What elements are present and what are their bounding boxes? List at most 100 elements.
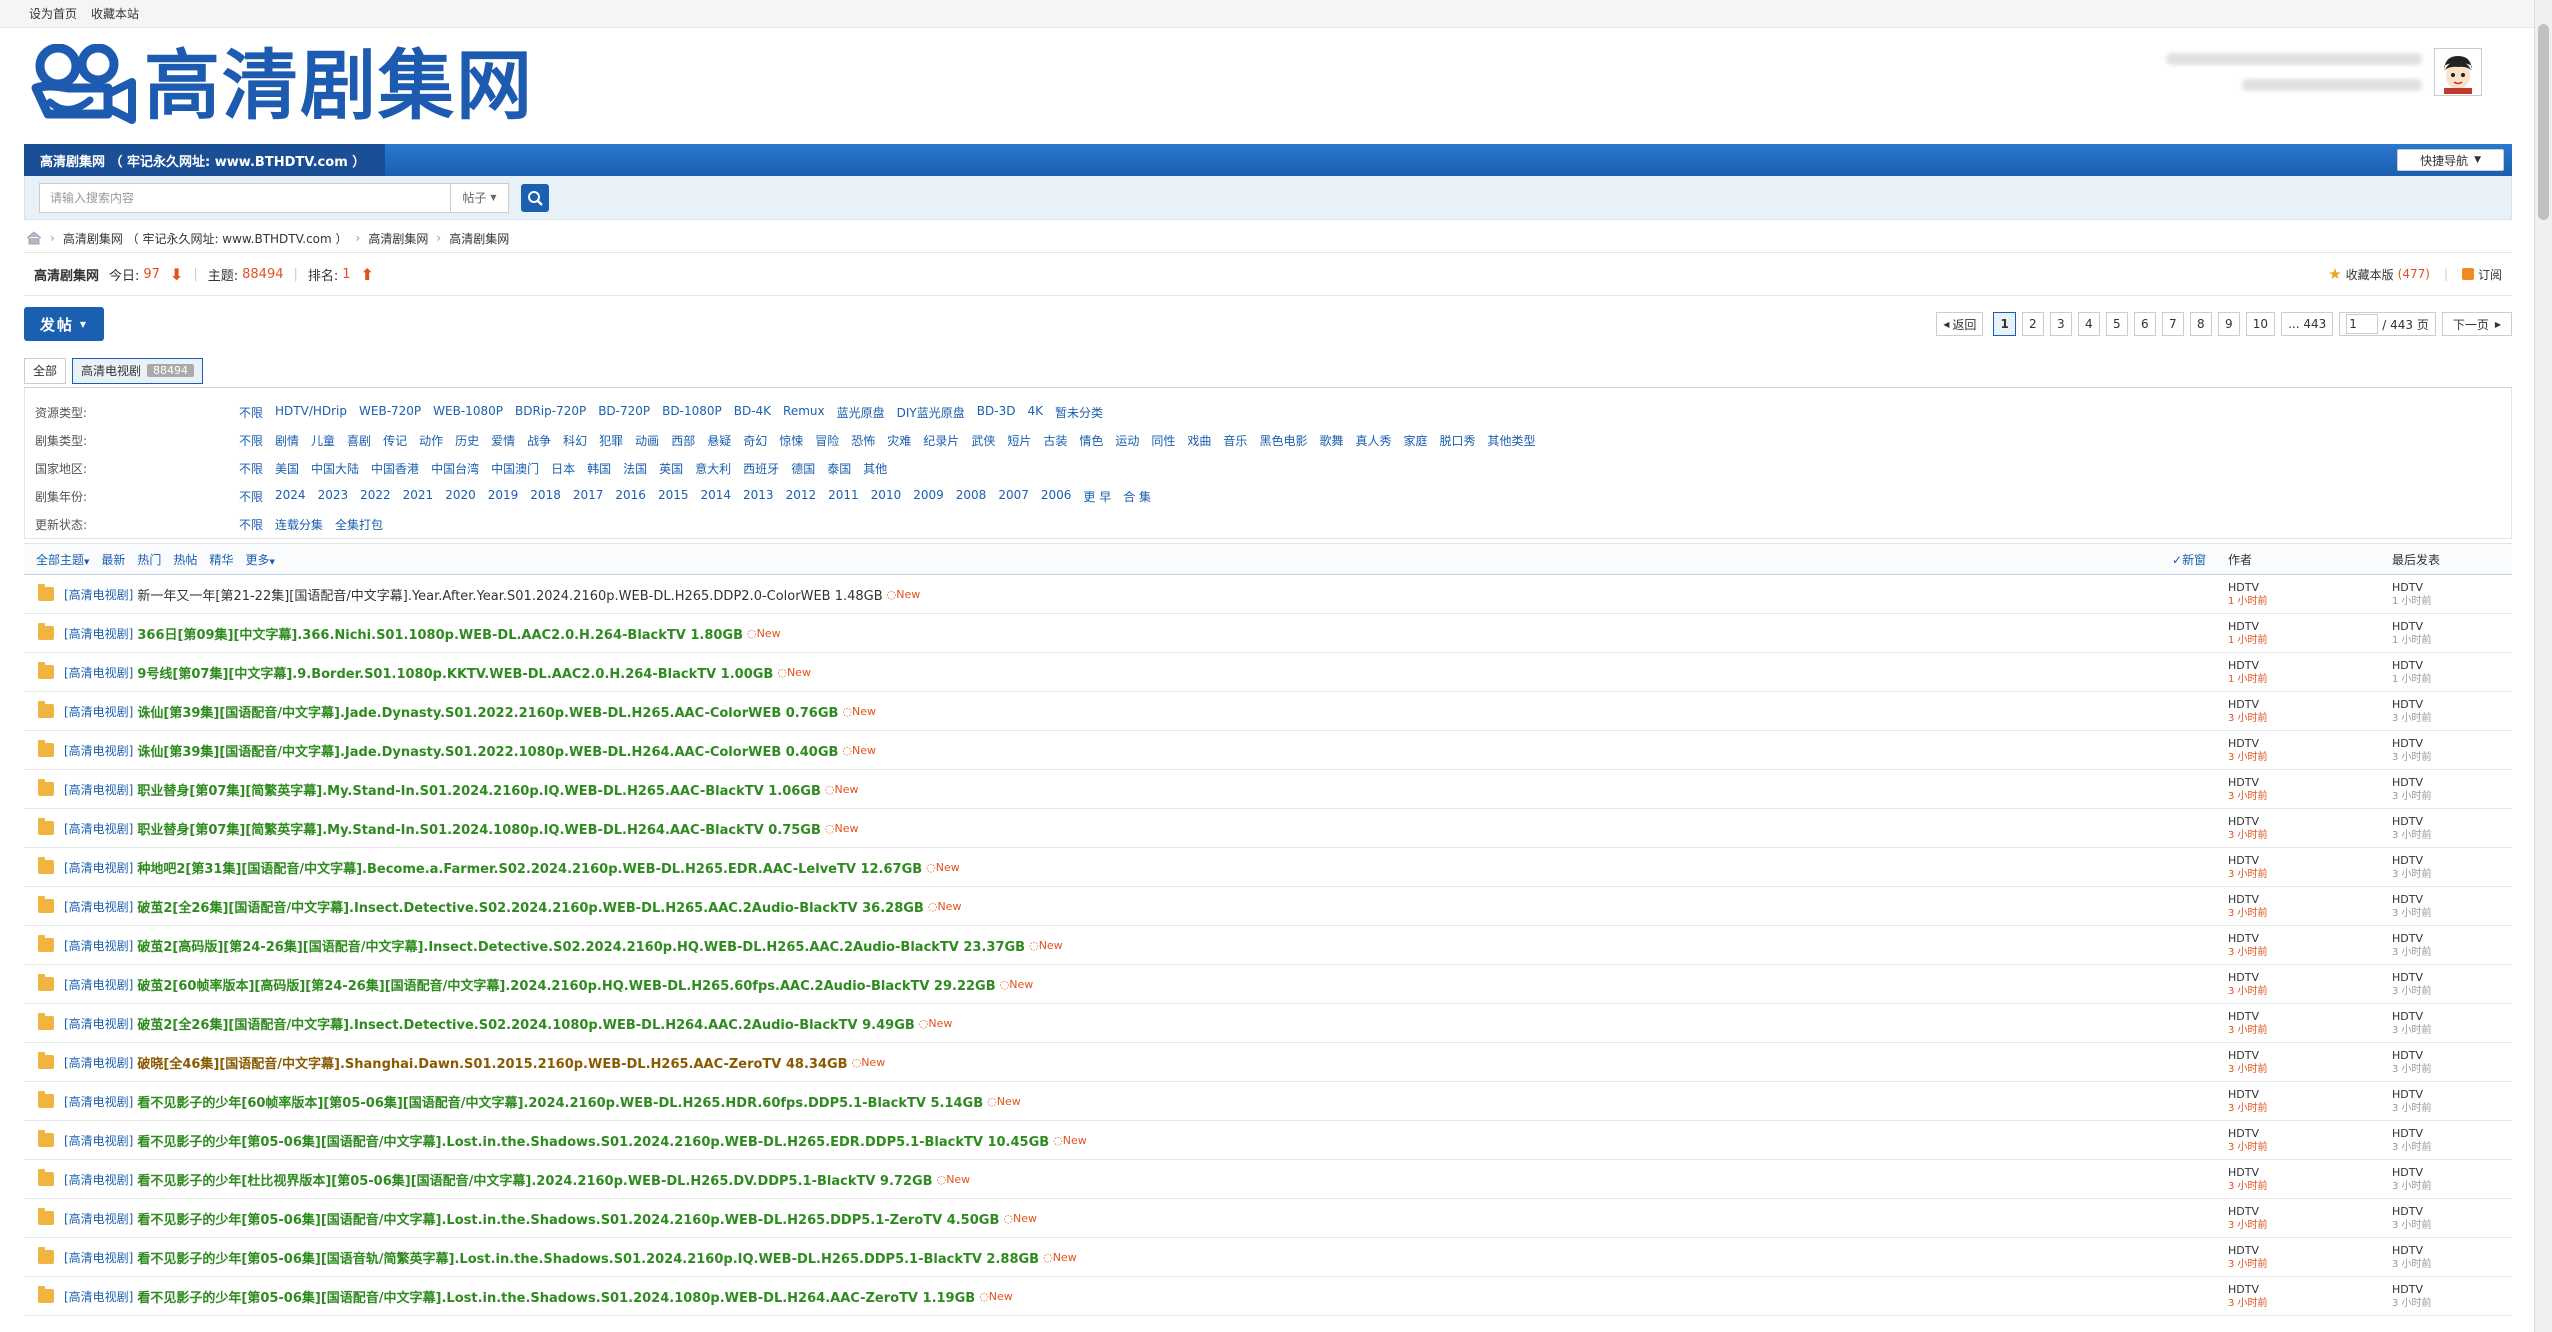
lastpost-user-link[interactable]: HDTV xyxy=(2392,1205,2423,1218)
thread-category-link[interactable]: [高清电视剧] xyxy=(64,1171,133,1188)
thread-title-link[interactable]: 破晓[全46集][国语配音/中文字幕].Shanghai.Dawn.S01.20… xyxy=(137,1053,847,1072)
author-link[interactable]: HDTV xyxy=(2228,893,2259,906)
filter-option[interactable]: 2023 xyxy=(318,488,349,505)
filter-option[interactable]: 不限 xyxy=(239,432,263,449)
page-9[interactable]: 9 xyxy=(2217,312,2240,336)
filter-option[interactable]: 脱口秀 xyxy=(1440,432,1476,449)
lastpost-user-link[interactable]: HDTV xyxy=(2392,1088,2423,1101)
thread-title-link[interactable]: 看不见影子的少年[第05-06集][国语配音/中文字幕].Lost.in.the… xyxy=(137,1209,999,1228)
thread-category-link[interactable]: [高清电视剧] xyxy=(64,976,133,993)
thread-category-link[interactable]: [高清电视剧] xyxy=(64,742,133,759)
thread-category-link[interactable]: [高清电视剧] xyxy=(64,1210,133,1227)
filter-option[interactable]: 2021 xyxy=(403,488,434,505)
filter-option[interactable]: 纪录片 xyxy=(923,432,959,449)
author-link[interactable]: HDTV xyxy=(2228,698,2259,711)
thread-title-link[interactable]: 破茧2[60帧率版本][高码版][第24-26集][国语配音/中文字幕].202… xyxy=(137,975,995,994)
search-button[interactable] xyxy=(521,183,549,212)
lastpost-user-link[interactable]: HDTV xyxy=(2392,932,2423,945)
filter-option[interactable]: 家庭 xyxy=(1403,432,1427,449)
lastpost-user-link[interactable]: HDTV xyxy=(2392,659,2423,672)
thread-title-link[interactable]: 破茧2[高码版][第24-26集][国语配音/中文字幕].Insect.Dete… xyxy=(137,936,1025,955)
thread-category-link[interactable]: [高清电视剧] xyxy=(64,1054,133,1071)
thread-title-link[interactable]: 诛仙[第39集][国语配音/中文字幕].Jade.Dynasty.S01.202… xyxy=(137,741,838,760)
thread-category-link[interactable]: [高清电视剧] xyxy=(64,937,133,954)
lastpost-user-link[interactable]: HDTV xyxy=(2392,1283,2423,1296)
filter-option[interactable]: 2018 xyxy=(530,488,561,505)
filter-option[interactable]: 西班牙 xyxy=(743,460,779,477)
filter-option[interactable]: 奇幻 xyxy=(743,432,767,449)
filter-option[interactable]: 2010 xyxy=(871,488,902,505)
avatar[interactable] xyxy=(2434,48,2482,96)
filter-option[interactable]: 2006 xyxy=(1041,488,1072,505)
filter-option[interactable]: BDRip-720P xyxy=(515,404,586,421)
thread-title-link[interactable]: 366日[第09集][中文字幕].366.Nichi.S01.1080p.WEB… xyxy=(137,624,743,643)
author-link[interactable]: HDTV xyxy=(2228,581,2259,594)
thread-category-link[interactable]: [高清电视剧] xyxy=(64,898,133,915)
filter-option[interactable]: 喜剧 xyxy=(347,432,371,449)
filter-option[interactable]: BD-3D xyxy=(977,404,1016,421)
breadcrumb-link-home[interactable]: 高清剧集网 （ 牢记永久网址: www.BTHDTV.com ） xyxy=(63,230,348,247)
filter-option[interactable]: 歌舞 xyxy=(1319,432,1343,449)
author-link[interactable]: HDTV xyxy=(2228,1010,2259,1023)
lastpost-user-link[interactable]: HDTV xyxy=(2392,1049,2423,1062)
author-link[interactable]: HDTV xyxy=(2228,1088,2259,1101)
filter-option[interactable]: 更 早 xyxy=(1083,488,1111,505)
filter-option[interactable]: 真人秀 xyxy=(1355,432,1391,449)
thread-category-link[interactable]: [高清电视剧] xyxy=(64,859,133,876)
author-link[interactable]: HDTV xyxy=(2228,971,2259,984)
filter-option[interactable]: 武侠 xyxy=(971,432,995,449)
lastpost-user-link[interactable]: HDTV xyxy=(2392,815,2423,828)
filter-option[interactable]: 2009 xyxy=(913,488,944,505)
filter-option[interactable]: 不限 xyxy=(239,404,263,421)
page-scrollbar[interactable] xyxy=(2534,0,2552,1332)
thread-title-link[interactable]: 职业替身[第07集][简繁英字幕].My.Stand-In.S01.2024.1… xyxy=(137,819,821,838)
filter-option[interactable]: 不限 xyxy=(239,516,263,533)
filter-option[interactable]: 韩国 xyxy=(587,460,611,477)
filter-option[interactable]: 4K xyxy=(1027,404,1043,421)
filter-option[interactable]: 暂未分类 xyxy=(1055,404,1103,421)
filter-option[interactable]: 2015 xyxy=(658,488,689,505)
thread-title-link[interactable]: 职业替身[第07集][简繁英字幕].My.Stand-In.S01.2024.2… xyxy=(137,780,821,799)
thread-category-link[interactable]: [高清电视剧] xyxy=(64,1093,133,1110)
tab-hdtv[interactable]: 高清电视剧 88494 xyxy=(72,357,204,384)
search-type-select[interactable]: 帖子 ▼ xyxy=(451,182,509,213)
filter-option[interactable]: 中国澳门 xyxy=(491,460,539,477)
author-link[interactable]: HDTV xyxy=(2228,659,2259,672)
filter-option[interactable]: 情色 xyxy=(1079,432,1103,449)
thread-category-link[interactable]: [高清电视剧] xyxy=(64,586,133,603)
filter-option[interactable]: 法国 xyxy=(623,460,647,477)
lastpost-user-link[interactable]: HDTV xyxy=(2392,854,2423,867)
thread-title-link[interactable]: 看不见影子的少年[第05-06集][国语配音/中文字幕].Lost.in.the… xyxy=(137,1287,975,1306)
filter-option[interactable]: 黑色电影 xyxy=(1259,432,1307,449)
filter-option[interactable]: WEB-720P xyxy=(359,404,421,421)
filter-option[interactable]: 连载分集 xyxy=(275,516,323,533)
filter-option[interactable]: 传记 xyxy=(383,432,407,449)
filter-option[interactable]: 2008 xyxy=(956,488,987,505)
thread-title-link[interactable]: 看不见影子的少年[杜比视界版本][第05-06集][国语配音/中文字幕].202… xyxy=(137,1170,932,1189)
page-jump-input[interactable]: 1 xyxy=(2346,314,2379,334)
page-5[interactable]: 5 xyxy=(2105,312,2128,336)
back-button[interactable]: ◀ 返回 xyxy=(1936,312,1984,336)
filter-option[interactable]: 儿童 xyxy=(311,432,335,449)
filter-option[interactable]: 惊悚 xyxy=(779,432,803,449)
author-link[interactable]: HDTV xyxy=(2228,932,2259,945)
filter-option[interactable]: 2011 xyxy=(828,488,859,505)
lastpost-user-link[interactable]: HDTV xyxy=(2392,698,2423,711)
filter-option[interactable]: 2022 xyxy=(360,488,391,505)
thread-category-link[interactable]: [高清电视剧] xyxy=(64,1132,133,1149)
thread-category-link[interactable]: [高清电视剧] xyxy=(64,625,133,642)
lastpost-user-link[interactable]: HDTV xyxy=(2392,620,2423,633)
page-4[interactable]: 4 xyxy=(2077,312,2100,336)
page-1[interactable]: 1 xyxy=(1993,312,2016,336)
filter-option[interactable]: 全集打包 xyxy=(335,516,383,533)
thread-category-link[interactable]: [高清电视剧] xyxy=(64,1249,133,1266)
lastpost-user-link[interactable]: HDTV xyxy=(2392,737,2423,750)
author-link[interactable]: HDTV xyxy=(2228,815,2259,828)
filter-option[interactable]: 其他类型 xyxy=(1488,432,1536,449)
next-page-button[interactable]: 下一页 ▶ xyxy=(2441,312,2512,336)
filter-option[interactable]: 爱情 xyxy=(491,432,515,449)
filter-option[interactable]: 蓝光原盘 xyxy=(837,404,885,421)
filter-option[interactable]: 灾难 xyxy=(887,432,911,449)
thread-title-link[interactable]: 9号线[第07集][中文字幕].9.Border.S01.1080p.KKTV.… xyxy=(137,663,773,682)
thread-title-link[interactable]: 种地吧2[第31集][国语配音/中文字幕].Become.a.Farmer.S0… xyxy=(137,858,922,877)
